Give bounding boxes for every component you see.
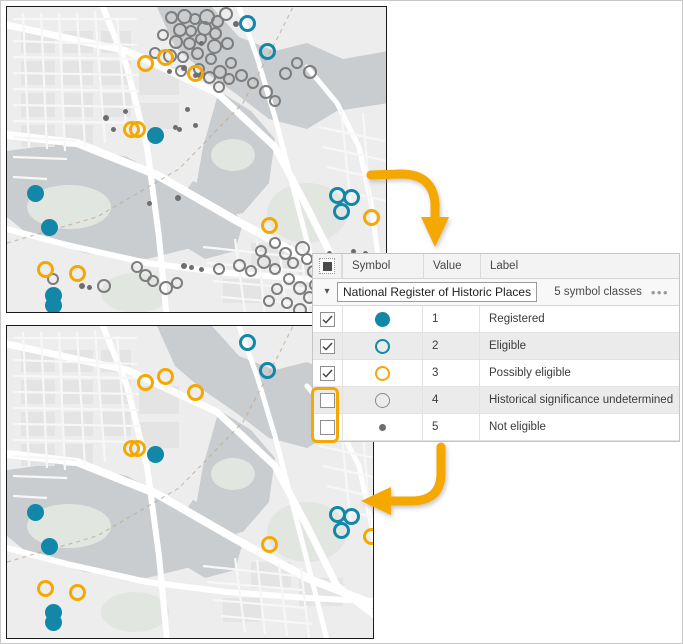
row-value: 1 [423,305,480,333]
row-value: 2 [423,332,480,360]
row-visibility-checkbox[interactable] [320,419,335,435]
row-visibility-cell[interactable] [313,414,342,441]
column-header-value[interactable]: Value [423,254,480,278]
table-row[interactable]: 1 Registered [313,305,679,333]
row-visibility-checkbox[interactable] [320,311,335,327]
select-all-checkbox[interactable] [319,258,335,274]
table-row[interactable]: 2 Eligible [313,332,679,360]
symbology-panel: Symbol Value Label ▾ National Register o… [312,253,680,442]
hollow-circle-teal-icon [375,338,390,354]
symbol-swatch-cell[interactable] [342,305,423,333]
row-visibility-checkbox[interactable] [320,392,335,408]
column-header-symbol[interactable]: Symbol [342,254,423,278]
row-value: 3 [423,359,480,387]
row-label[interactable]: Not eligible [480,414,679,441]
table-row[interactable]: 4 Historical significance undetermined [313,386,679,414]
row-label[interactable]: Historical significance undetermined [480,387,679,414]
hollow-circle-gray-icon [375,392,390,408]
more-options-icon[interactable]: ••• [651,286,669,299]
row-value: 5 [423,413,480,441]
table-row[interactable]: 5 Not eligible [313,413,679,441]
hollow-circle-orange-icon [375,365,390,381]
page-frame: Symbol Value Label ▾ National Register o… [0,0,683,644]
column-header-label[interactable]: Label [480,254,679,278]
row-visibility-cell[interactable] [313,387,342,414]
table-row[interactable]: 3 Possibly eligible [313,359,679,387]
symbol-swatch-cell[interactable] [342,332,423,360]
group-meta: 5 symbol classes ••• [554,286,679,299]
row-visibility-checkbox[interactable] [320,365,335,381]
row-visibility-cell[interactable] [313,306,342,333]
row-visibility-cell[interactable] [313,360,342,387]
symbol-class-count: 5 symbol classes [554,286,642,298]
row-label[interactable]: Possibly eligible [480,360,679,387]
row-visibility-cell[interactable] [313,333,342,360]
symbol-group-row[interactable]: ▾ National Register of Historic Places 5… [313,279,679,306]
symbol-swatch-cell[interactable] [342,359,423,387]
chevron-down-icon[interactable]: ▾ [319,287,335,297]
row-label[interactable]: Registered [480,306,679,333]
symbol-swatch-cell[interactable] [342,413,423,441]
small-dot-gray-icon [379,423,386,431]
row-label[interactable]: Eligible [480,333,679,360]
filled-circle-teal-icon [375,311,390,327]
row-value: 4 [423,386,480,414]
row-visibility-checkbox[interactable] [320,338,335,354]
symbol-swatch-cell[interactable] [342,386,423,414]
symbology-table-header: Symbol Value Label [313,254,679,279]
group-name-field[interactable]: National Register of Historic Places [337,282,538,302]
select-all-checkbox-cell[interactable] [313,254,342,278]
